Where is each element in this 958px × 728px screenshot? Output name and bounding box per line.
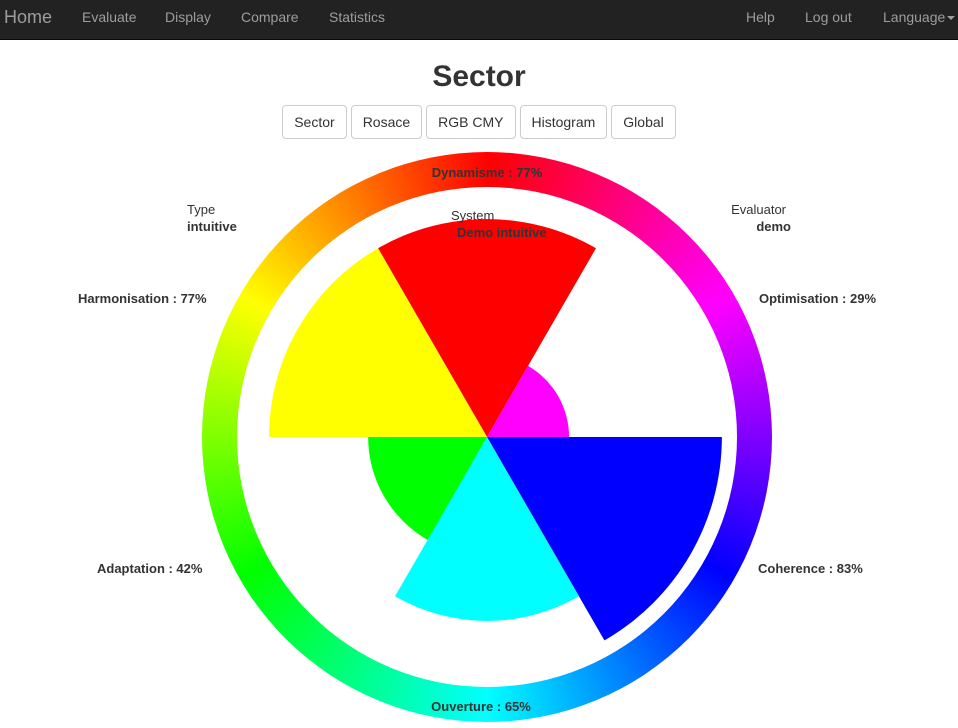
system-label: System [451, 208, 495, 223]
evaluator-value: demo [756, 219, 791, 234]
optimisation-label: Optimisation : 29% [759, 291, 877, 306]
adaptation-label: Adaptation : 42% [97, 561, 203, 576]
type-label: Type [187, 202, 216, 217]
type-value: intuitive [187, 219, 237, 234]
ouverture-label: Ouverture : 65% [431, 699, 531, 714]
dynamisme-label: Dynamisme : 77% [431, 165, 543, 180]
sector-chart [269, 219, 722, 641]
system-value: Demo intuitive [457, 225, 547, 240]
coherence-label: Coherence : 83% [758, 561, 863, 576]
evaluator-label: Evaluator [731, 202, 786, 217]
harmonisation-label: Harmonisation : 77% [78, 291, 207, 306]
